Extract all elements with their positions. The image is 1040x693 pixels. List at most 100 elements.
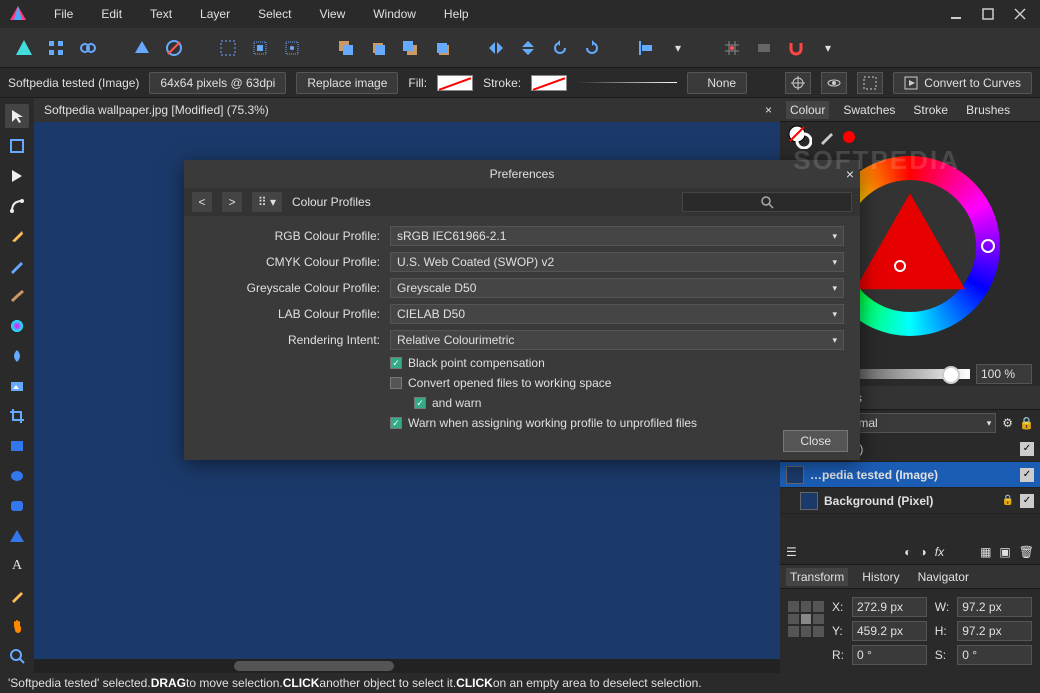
- rendering-intent-dropdown[interactable]: Relative Colourimetric: [390, 330, 844, 350]
- fill-swatch[interactable]: [437, 75, 473, 91]
- tab-brushes[interactable]: Brushes: [962, 101, 1014, 119]
- pencil-tool[interactable]: [5, 254, 29, 278]
- adjustment-icon[interactable]: ◑: [919, 545, 926, 559]
- menu-text[interactable]: Text: [136, 7, 186, 21]
- grid-icon[interactable]: [42, 34, 70, 62]
- horizontal-scrollbar[interactable]: [34, 659, 780, 673]
- hide-selection-icon[interactable]: [857, 72, 883, 94]
- minimize-button[interactable]: [944, 4, 968, 24]
- fx-icon[interactable]: fx: [935, 545, 944, 559]
- menu-edit[interactable]: Edit: [87, 7, 136, 21]
- crop-tool[interactable]: [5, 404, 29, 428]
- pen-tool[interactable]: [5, 224, 29, 248]
- lab-profile-dropdown[interactable]: CIELAB D50: [390, 304, 844, 324]
- persona-designer-icon[interactable]: [10, 34, 38, 62]
- fill-stroke-wells[interactable]: [788, 125, 812, 149]
- place-image-tool[interactable]: [5, 374, 29, 398]
- eyedropper-icon[interactable]: [818, 128, 836, 146]
- colour-picker-swatch[interactable]: [842, 130, 856, 144]
- snap-more-icon[interactable]: ▾: [814, 34, 842, 62]
- menu-select[interactable]: Select: [244, 7, 305, 21]
- stroke-width-value[interactable]: None: [687, 72, 747, 94]
- y-field[interactable]: 459.2 px: [852, 621, 927, 641]
- text-tool[interactable]: A: [5, 554, 29, 578]
- fill-tool[interactable]: [5, 314, 29, 338]
- w-field[interactable]: 97.2 px: [957, 597, 1032, 617]
- r-field[interactable]: 0 °: [852, 645, 927, 665]
- rounded-rect-tool[interactable]: [5, 494, 29, 518]
- tab-transform[interactable]: Transform: [786, 568, 848, 586]
- show-rotation-icon[interactable]: [821, 72, 847, 94]
- transparency-tool[interactable]: [5, 344, 29, 368]
- rotate-cw-icon[interactable]: [578, 34, 606, 62]
- menu-help[interactable]: Help: [430, 7, 483, 21]
- tab-swatches[interactable]: Swatches: [839, 101, 899, 119]
- replace-image-button[interactable]: Replace image: [296, 72, 398, 94]
- stroke-width-slider[interactable]: [577, 82, 677, 83]
- context-size[interactable]: 64x64 pixels @ 63dpi: [149, 72, 286, 94]
- layer-row[interactable]: Background (Pixel) 🔒 ✓: [780, 488, 1040, 514]
- artboard-tool[interactable]: [5, 134, 29, 158]
- mask-icon[interactable]: ◐: [904, 545, 911, 559]
- arrange-backward-icon[interactable]: [364, 34, 392, 62]
- warn-checkbox[interactable]: [414, 397, 426, 409]
- tab-navigator[interactable]: Navigator: [914, 568, 973, 586]
- select-grid-icon[interactable]: [214, 34, 242, 62]
- maximize-button[interactable]: [976, 4, 1000, 24]
- arrange-front-icon[interactable]: [428, 34, 456, 62]
- s-field[interactable]: 0 °: [957, 645, 1032, 665]
- group-icon[interactable]: ▣: [999, 545, 1010, 559]
- anchor-selector[interactable]: [788, 601, 824, 637]
- layer-visibility[interactable]: ✓: [1020, 442, 1034, 456]
- menu-window[interactable]: Window: [359, 7, 430, 21]
- layer-lock-icon[interactable]: 🔒: [1002, 495, 1014, 506]
- prefs-back-button[interactable]: <: [192, 192, 212, 212]
- arrange-back-icon[interactable]: [332, 34, 360, 62]
- colour-picker-tool[interactable]: [5, 584, 29, 608]
- prefs-search[interactable]: [682, 192, 852, 212]
- layer-row[interactable]: …pedia tested (Image) ✓: [780, 462, 1040, 488]
- add-layer-icon[interactable]: ▦: [980, 545, 991, 559]
- arrange-forward-icon[interactable]: [396, 34, 424, 62]
- rotate-ccw-icon[interactable]: [546, 34, 574, 62]
- snap-guides-icon[interactable]: [750, 34, 778, 62]
- document-tab[interactable]: Softpedia wallpaper.jpg [Modified] (75.3…: [34, 98, 780, 122]
- snap-grid-icon[interactable]: [718, 34, 746, 62]
- prefs-grid-icon[interactable]: ⠿ ▾: [252, 192, 282, 212]
- menu-file[interactable]: File: [40, 7, 87, 21]
- stroke-swatch[interactable]: [531, 75, 567, 91]
- align-left-icon[interactable]: [632, 34, 660, 62]
- gear-icon[interactable]: ⚙: [1002, 416, 1013, 430]
- tab-stroke[interactable]: Stroke: [909, 101, 952, 119]
- cmyk-profile-dropdown[interactable]: U.S. Web Coated (SWOP) v2: [390, 252, 844, 272]
- brush-tool[interactable]: [5, 284, 29, 308]
- move-center-icon[interactable]: [785, 72, 811, 94]
- tab-colour[interactable]: Colour: [786, 101, 829, 119]
- align-more-icon[interactable]: ▾: [664, 34, 692, 62]
- hand-tool[interactable]: [5, 614, 29, 638]
- layer-visibility[interactable]: ✓: [1020, 468, 1034, 482]
- node-tool[interactable]: [5, 164, 29, 188]
- rectangle-tool[interactable]: [5, 434, 29, 458]
- corner-tool[interactable]: [5, 194, 29, 218]
- flip-v-icon[interactable]: [514, 34, 542, 62]
- document-tab-close[interactable]: ×: [765, 103, 772, 117]
- ellipse-tool[interactable]: [5, 464, 29, 488]
- link-icon[interactable]: [74, 34, 102, 62]
- triangle-tool[interactable]: [5, 524, 29, 548]
- select-dot-icon[interactable]: [278, 34, 306, 62]
- flip-h-icon[interactable]: [482, 34, 510, 62]
- insert-target-icon[interactable]: [160, 34, 188, 62]
- menu-layer[interactable]: Layer: [186, 7, 244, 21]
- greyscale-profile-dropdown[interactable]: Greyscale D50: [390, 278, 844, 298]
- warn-assign-checkbox[interactable]: [390, 417, 402, 429]
- menu-view[interactable]: View: [305, 7, 359, 21]
- bpc-checkbox[interactable]: [390, 357, 402, 369]
- dialog-close-icon[interactable]: ×: [846, 166, 854, 182]
- zoom-tool[interactable]: [5, 644, 29, 668]
- delete-layer-icon[interactable]: 🗑: [1019, 545, 1034, 559]
- layer-stack-icon[interactable]: ☰: [786, 545, 797, 559]
- h-field[interactable]: 97.2 px: [957, 621, 1032, 641]
- x-field[interactable]: 272.9 px: [852, 597, 927, 617]
- prefs-forward-button[interactable]: >: [222, 192, 242, 212]
